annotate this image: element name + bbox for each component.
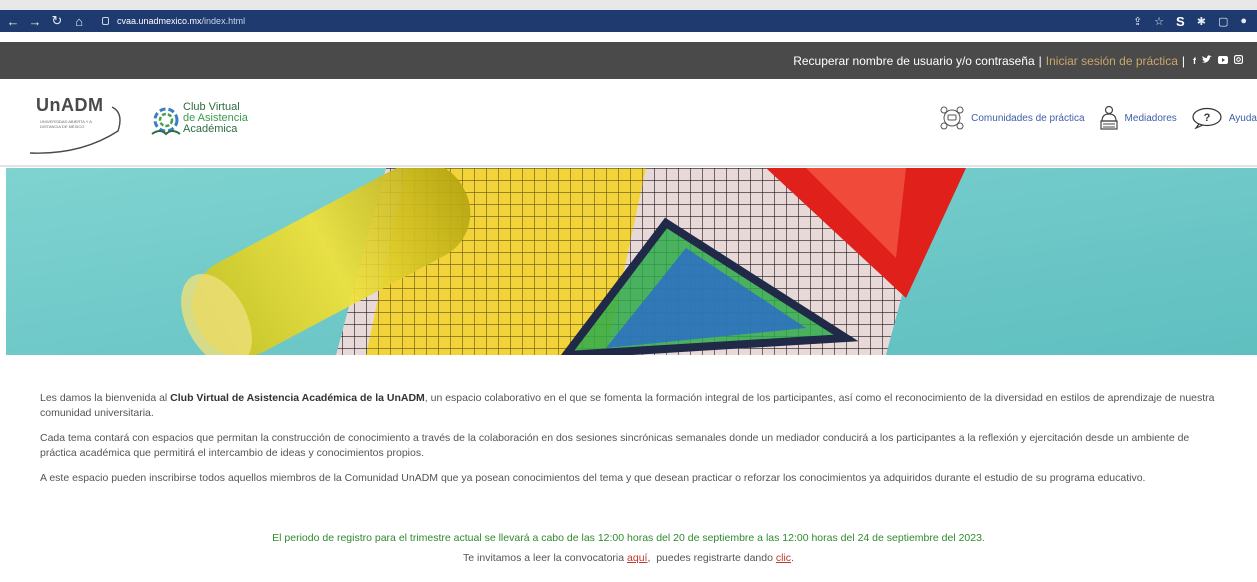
twitter-icon[interactable] bbox=[1202, 55, 1212, 66]
forward-arrow-icon[interactable]: → bbox=[26, 14, 44, 29]
nav-ayuda-label: Ayuda bbox=[1228, 112, 1257, 124]
home-icon[interactable]: ⌂ bbox=[70, 14, 88, 29]
reload-icon[interactable]: ↻ bbox=[48, 13, 66, 29]
back-arrow-icon[interactable]: ← bbox=[4, 14, 22, 29]
header-nav: Comunidades de práctica Mediadores ? Ayu… bbox=[939, 105, 1257, 131]
extension-icon[interactable]: S bbox=[1176, 14, 1185, 29]
welcome-text-prefix: Les damos la bienvenida al bbox=[40, 392, 171, 404]
community-icon bbox=[940, 106, 964, 130]
address-bar[interactable]: cvaa.unadmexico.mx /index.html bbox=[102, 13, 245, 29]
registration-notice: El periodo de registro para el trimestre… bbox=[272, 532, 985, 544]
topics-paragraph: Cada tema contará con espacios que permi… bbox=[40, 432, 1190, 459]
unadm-logo-text: UnADM bbox=[36, 95, 104, 115]
unadm-logo-subtitle: UNIVERSIDAD ABIERTA Y A DISTANCIA DE MÉX… bbox=[40, 119, 92, 129]
nav-comunidades-label: Comunidades de práctica bbox=[971, 112, 1085, 124]
club-emblem-icon bbox=[151, 107, 181, 136]
star-icon[interactable]: ☆ bbox=[1154, 15, 1164, 28]
invite-middle: , puedes registrarte dando bbox=[647, 552, 776, 564]
social-links: f bbox=[1193, 54, 1244, 66]
svg-text:?: ? bbox=[1203, 112, 1210, 124]
site-header: UnADM UNIVERSIDAD ABIERTA Y A DISTANCIA … bbox=[0, 79, 1257, 167]
lock-icon bbox=[102, 17, 109, 25]
url-path: /index.html bbox=[201, 16, 246, 26]
welcome-text-bold: Club Virtual de Asistencia Académica de … bbox=[170, 392, 425, 404]
top-utility-bar: Recuperar nombre de usuario y/o contrase… bbox=[0, 42, 1257, 79]
practice-login-link[interactable]: Iniciar sesión de práctica bbox=[1046, 54, 1178, 68]
sidebar-icon[interactable]: ▢ bbox=[1218, 15, 1228, 28]
convocatoria-link[interactable]: aquí bbox=[627, 552, 647, 564]
help-icon: ? bbox=[1192, 107, 1222, 129]
club-logo-text: Club Virtual de Asistencia Académica bbox=[183, 102, 248, 135]
share-icon[interactable]: ⇪ bbox=[1133, 15, 1142, 28]
recover-credentials-link[interactable]: Recuperar nombre de usuario y/o contrase… bbox=[793, 54, 1034, 68]
invite-line: Te invitamos a leer la convocatoria aquí… bbox=[0, 552, 1257, 564]
browser-toolbar: ← → ↻ ⌂ cvaa.unadmexico.mx /index.html ⇪… bbox=[0, 0, 1257, 32]
mediator-icon bbox=[1099, 105, 1118, 130]
nav-mediadores-label: Mediadores bbox=[1124, 112, 1177, 124]
url-host: cvaa.unadmexico.mx bbox=[117, 16, 202, 26]
hero-banner bbox=[6, 168, 1257, 355]
register-link[interactable]: clic bbox=[776, 552, 791, 564]
profile-icon[interactable]: ● bbox=[1240, 15, 1247, 27]
welcome-content: Les damos la bienvenida al Club Virtual … bbox=[40, 391, 1220, 496]
enrollment-paragraph: A este espacio pueden inscribirse todos … bbox=[40, 472, 1146, 484]
invite-prefix: Te invitamos a leer la convocatoria bbox=[463, 552, 628, 564]
facebook-icon[interactable]: f bbox=[1193, 56, 1196, 66]
separator: | bbox=[1181, 53, 1185, 68]
nav-comunidades[interactable]: Comunidades de práctica bbox=[939, 105, 1085, 131]
invite-suffix: . bbox=[791, 552, 794, 564]
club-virtual-logo[interactable]: Club Virtual de Asistencia Académica bbox=[150, 102, 260, 142]
separator: | bbox=[1038, 53, 1042, 68]
youtube-icon[interactable] bbox=[1218, 55, 1228, 66]
puzzle-icon[interactable]: ✱ bbox=[1197, 15, 1206, 28]
nav-mediadores[interactable]: Mediadores bbox=[1099, 105, 1177, 131]
nav-ayuda[interactable]: ? Ayuda bbox=[1191, 107, 1257, 129]
club-line3: Académica bbox=[183, 123, 238, 135]
instagram-icon[interactable] bbox=[1233, 54, 1244, 66]
hero-illustration bbox=[6, 168, 1257, 355]
welcome-paragraph: Les damos la bienvenida al Club Virtual … bbox=[40, 391, 1220, 421]
unadm-logo[interactable]: UnADM UNIVERSIDAD ABIERTA Y A DISTANCIA … bbox=[26, 93, 126, 154]
